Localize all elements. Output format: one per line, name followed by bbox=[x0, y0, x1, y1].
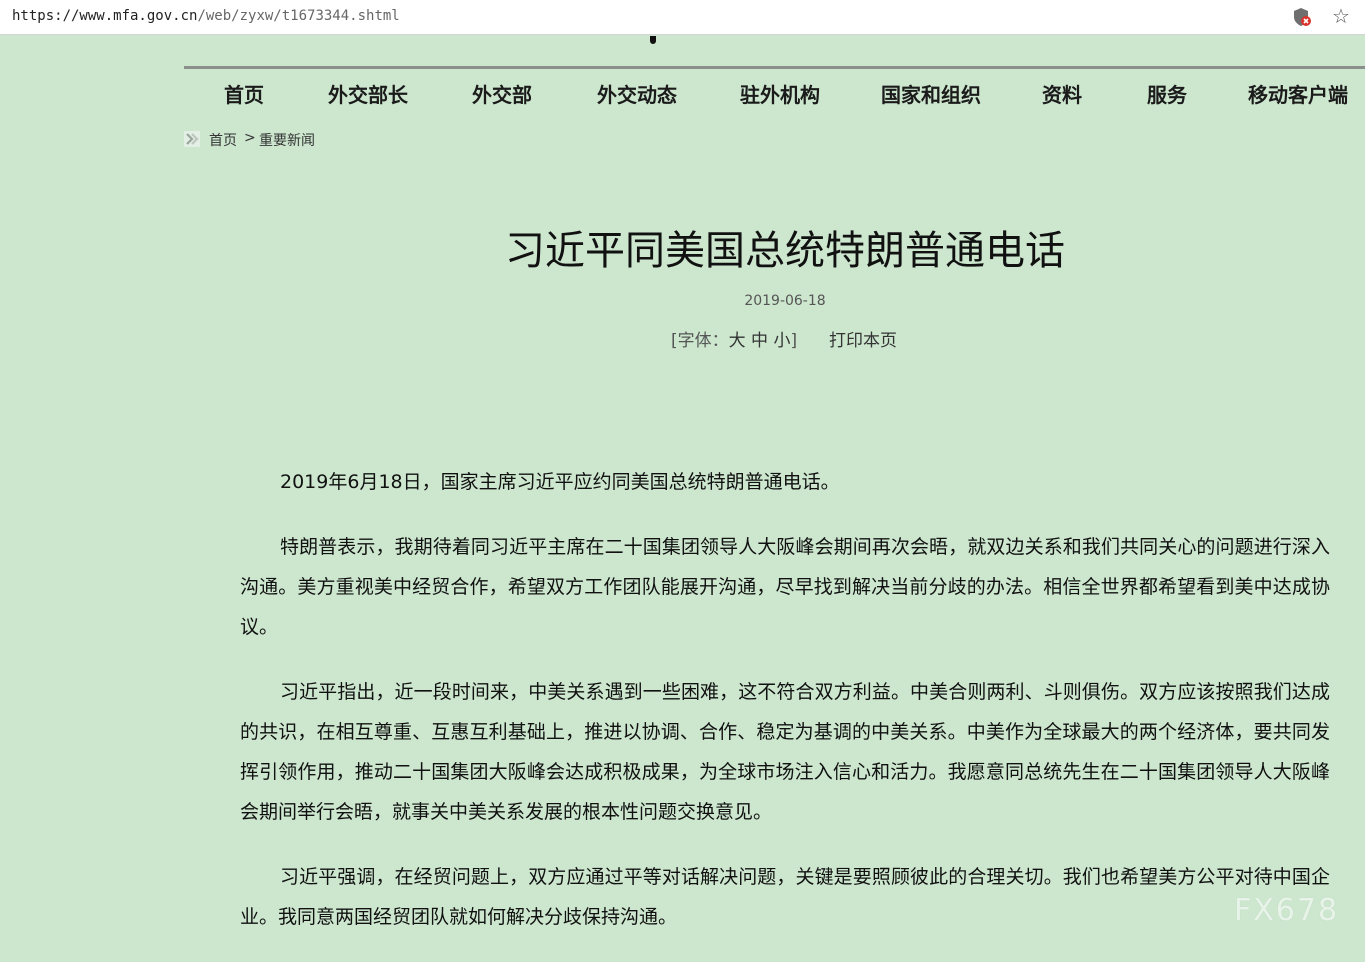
browser-address-bar[interactable]: https://www.mfa.gov.cn/web/zyxw/t1673344… bbox=[0, 0, 1365, 35]
nav-item-countries[interactable]: 国家和组织 bbox=[881, 79, 981, 108]
nav-item-minister[interactable]: 外交部长 bbox=[328, 79, 408, 108]
logo-fragment bbox=[650, 36, 656, 44]
breadcrumb-arrow-icon bbox=[184, 131, 200, 147]
article-paragraph: 2019年6月18日，国家主席习近平应约同美国总统特朗普通电话。 bbox=[280, 471, 840, 493]
shield-x-icon[interactable] bbox=[1292, 6, 1312, 28]
nav-item-services[interactable]: 服务 bbox=[1147, 79, 1187, 108]
article-paragraph: 习近平强调，在经贸问题上，双方应通过平等对话解决问题，关键是要照顾彼此的合理关切… bbox=[240, 866, 1330, 928]
font-size-control: [字体：大 中 小] bbox=[671, 326, 797, 351]
breadcrumb-separator: > bbox=[244, 130, 256, 146]
watermark: FX678 bbox=[1234, 893, 1340, 928]
nav-item-mobile[interactable]: 移动客户端 bbox=[1248, 79, 1348, 108]
font-medium-link[interactable]: 中 bbox=[751, 331, 768, 351]
star-icon[interactable]: ☆ bbox=[1329, 4, 1353, 28]
font-large-link[interactable]: 大 bbox=[729, 331, 746, 351]
font-small-link[interactable]: 小 bbox=[773, 331, 790, 351]
nav-item-resources[interactable]: 资料 bbox=[1042, 79, 1082, 108]
url-text[interactable]: https://www.mfa.gov.cn/web/zyxw/t1673344… bbox=[12, 8, 400, 24]
main-nav: 首页 外交部长 外交部 外交动态 驻外机构 国家和组织 资料 服务 移动客户端 bbox=[184, 69, 1365, 117]
font-label-close: ] bbox=[790, 331, 798, 351]
nav-item-missions[interactable]: 驻外机构 bbox=[740, 79, 820, 108]
article-body: 2019年6月18日，国家主席习近平应约同美国总统特朗普通电话。 特朗普表示，我… bbox=[240, 462, 1330, 962]
nav-item-home[interactable]: 首页 bbox=[224, 79, 264, 108]
print-page-link[interactable]: 打印本页 bbox=[829, 326, 897, 351]
article-date: 2019-06-18 bbox=[744, 293, 826, 309]
nav-item-activities[interactable]: 外交动态 bbox=[597, 79, 677, 108]
font-label: [字体： bbox=[671, 331, 729, 351]
url-path: /web/zyxw/t1673344.shtml bbox=[197, 8, 400, 24]
article-paragraph: 习近平指出，近一段时间来，中美关系遇到一些困难，这不符合双方利益。中美合则两利、… bbox=[240, 681, 1330, 823]
breadcrumb-current[interactable]: 重要新闻 bbox=[259, 130, 315, 150]
nav-item-ministry[interactable]: 外交部 bbox=[472, 79, 532, 108]
article-paragraph: 特朗普表示，我期待着同习近平主席在二十国集团领导人大阪峰会期间再次会晤，就双边关… bbox=[240, 536, 1330, 638]
article-title: 习近平同美国总统特朗普通电话 bbox=[505, 228, 1065, 274]
breadcrumb-home[interactable]: 首页 bbox=[209, 130, 237, 150]
url-host: https://www.mfa.gov.cn bbox=[12, 8, 198, 24]
